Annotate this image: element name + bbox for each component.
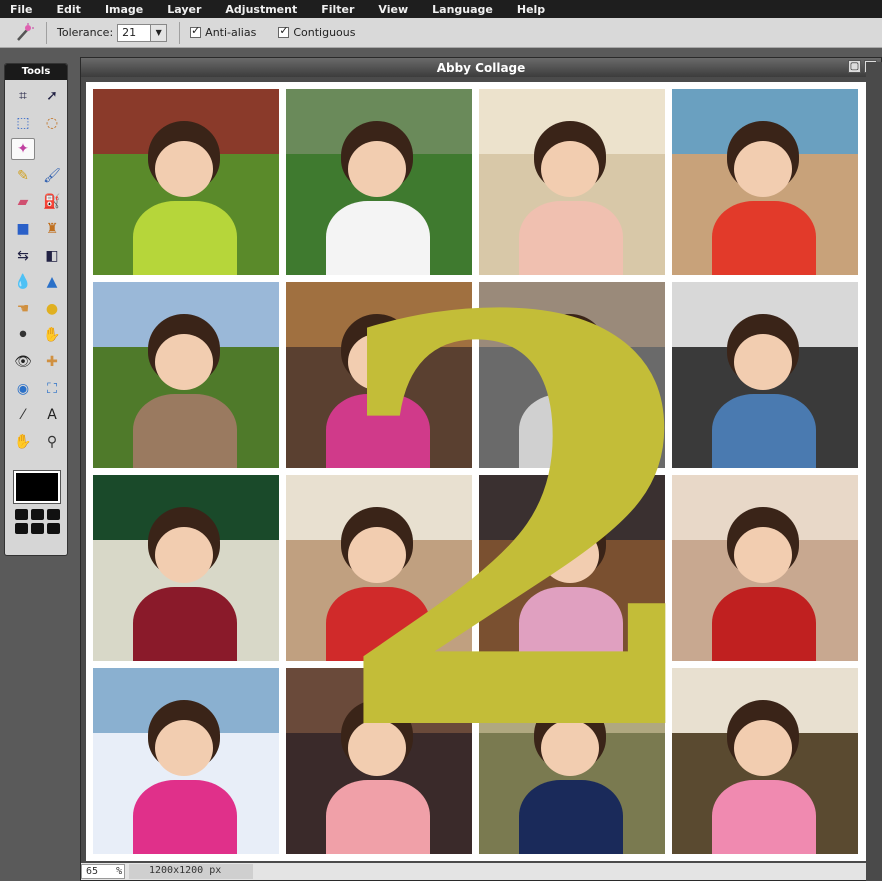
document-titlebar[interactable]: Abby Collage ▢ ✕: [81, 58, 881, 77]
contiguous-label: Contiguous: [293, 26, 356, 39]
smudge-icon[interactable]: ☚: [11, 298, 35, 320]
contiguous-checkbox[interactable]: Contiguous: [278, 24, 356, 39]
zoom-unit: %: [116, 866, 123, 877]
zoom-value: 65: [86, 866, 99, 877]
preset-swatch[interactable]: [31, 508, 44, 520]
tolerance-label: Tolerance:: [57, 26, 114, 39]
spot-heal-icon[interactable]: ✚: [40, 351, 64, 373]
options-toolbar: Tolerance: 21 ▼ Anti-alias Contiguous: [0, 18, 882, 48]
burn-icon[interactable]: ✋: [40, 324, 64, 346]
preset-swatch[interactable]: [47, 522, 60, 534]
color-replace-icon[interactable]: ⇆: [11, 245, 35, 267]
drop-icon[interactable]: 💧: [11, 271, 35, 293]
menu-help[interactable]: Help: [517, 3, 545, 16]
collage-photo: [93, 475, 279, 661]
collage-photo: [93, 282, 279, 468]
preset-swatch[interactable]: [15, 522, 28, 534]
menu-view[interactable]: View: [378, 3, 408, 16]
status-bar: 65 % 1200x1200 px: [81, 863, 881, 880]
text-icon[interactable]: A: [40, 404, 64, 426]
red-eye-icon[interactable]: 👁: [11, 351, 35, 373]
bloat-icon[interactable]: ◉: [11, 378, 35, 400]
toolbar-divider: [46, 21, 47, 44]
overlay-number: 2: [326, 198, 716, 856]
paint-bucket-icon[interactable]: ⛽: [40, 191, 64, 213]
tools-grid: ⌗ ➚ ⬚ ◌ ✦ ✎ 🖌 ▰ ⛽ ■ ♜ ⇆ ◧ 💧 ▲ ☚ ● ⚫ ✋ 👁 ✚ ◉ ⛶ ⁄ A ✋ ⚲: [5, 80, 67, 453]
preset-swatch[interactable]: [47, 508, 60, 520]
shape-icon[interactable]: ◧: [40, 245, 64, 267]
checkbox-checked-icon[interactable]: [278, 24, 290, 38]
antialias-label: Anti-alias: [205, 26, 257, 39]
menu-layer[interactable]: Layer: [167, 3, 201, 16]
move-icon[interactable]: ➚: [40, 85, 64, 107]
document-window: Abby Collage ▢ ✕ 2 65 % 1200x1200 px: [80, 57, 882, 881]
tolerance-select[interactable]: 21 ▼: [117, 23, 168, 42]
preset-swatch[interactable]: [31, 522, 44, 534]
image-dimensions: 1200x1200 px: [129, 864, 253, 879]
magic-wand-icon[interactable]: ✦: [11, 138, 35, 161]
menu-bar: File Edit Image Layer Adjustment Filter …: [0, 0, 882, 18]
chevron-down-icon[interactable]: ▼: [150, 24, 167, 41]
eraser-icon[interactable]: ▰: [11, 191, 35, 213]
collage-photo: [93, 89, 279, 275]
pencil-icon[interactable]: ✎: [11, 165, 35, 187]
menu-language[interactable]: Language: [432, 3, 493, 16]
menu-adjustment[interactable]: Adjustment: [225, 3, 297, 16]
document-title: Abby Collage: [436, 60, 526, 75]
menu-edit[interactable]: Edit: [57, 3, 81, 16]
antialias-checkbox[interactable]: Anti-alias: [190, 24, 257, 39]
color-presets: [15, 508, 67, 534]
sponge-icon[interactable]: ●: [40, 298, 64, 320]
image-canvas[interactable]: 2: [86, 82, 867, 861]
magic-wand-icon: [14, 22, 34, 43]
collage-photo: [93, 668, 279, 854]
hand-icon[interactable]: ✋: [11, 431, 35, 453]
gradient-icon[interactable]: ■: [11, 218, 35, 240]
tools-panel-title: Tools: [5, 64, 67, 80]
dodge-icon[interactable]: ⚫: [11, 324, 35, 346]
clone-stamp-icon[interactable]: ♜: [40, 218, 64, 240]
tools-panel: Tools ⌗ ➚ ⬚ ◌ ✦ ✎ 🖌 ▰ ⛽ ■ ♜ ⇆ ◧ 💧 ▲ ☚ ● ⚫ ✋ 👁 ✚ ◉ ⛶ ⁄ A ✋ ⚲: [4, 63, 68, 556]
menu-filter[interactable]: Filter: [321, 3, 354, 16]
lasso-icon[interactable]: ◌: [40, 112, 64, 134]
zoom-icon[interactable]: ⚲: [40, 431, 64, 453]
menu-file[interactable]: File: [10, 3, 33, 16]
menu-image[interactable]: Image: [105, 3, 143, 16]
zoom-input[interactable]: 65 %: [81, 864, 125, 879]
marquee-icon[interactable]: ⬚: [11, 112, 35, 134]
maximize-icon[interactable]: ▢: [848, 60, 861, 73]
preset-swatch[interactable]: [15, 508, 28, 520]
foreground-color-swatch[interactable]: [13, 469, 61, 504]
checkbox-checked-icon[interactable]: [190, 24, 202, 38]
brush-icon[interactable]: 🖌: [40, 165, 64, 187]
toolbar-divider: [179, 21, 181, 44]
color-picker-icon[interactable]: ⁄: [11, 404, 35, 426]
tolerance-value: 21: [122, 26, 137, 39]
tool-slot: [40, 138, 64, 160]
crop-icon[interactable]: ⌗: [11, 85, 35, 107]
pinch-icon[interactable]: ⛶: [40, 378, 64, 400]
sharpen-icon[interactable]: ▲: [40, 271, 64, 293]
scroll-gutter: [866, 62, 882, 881]
